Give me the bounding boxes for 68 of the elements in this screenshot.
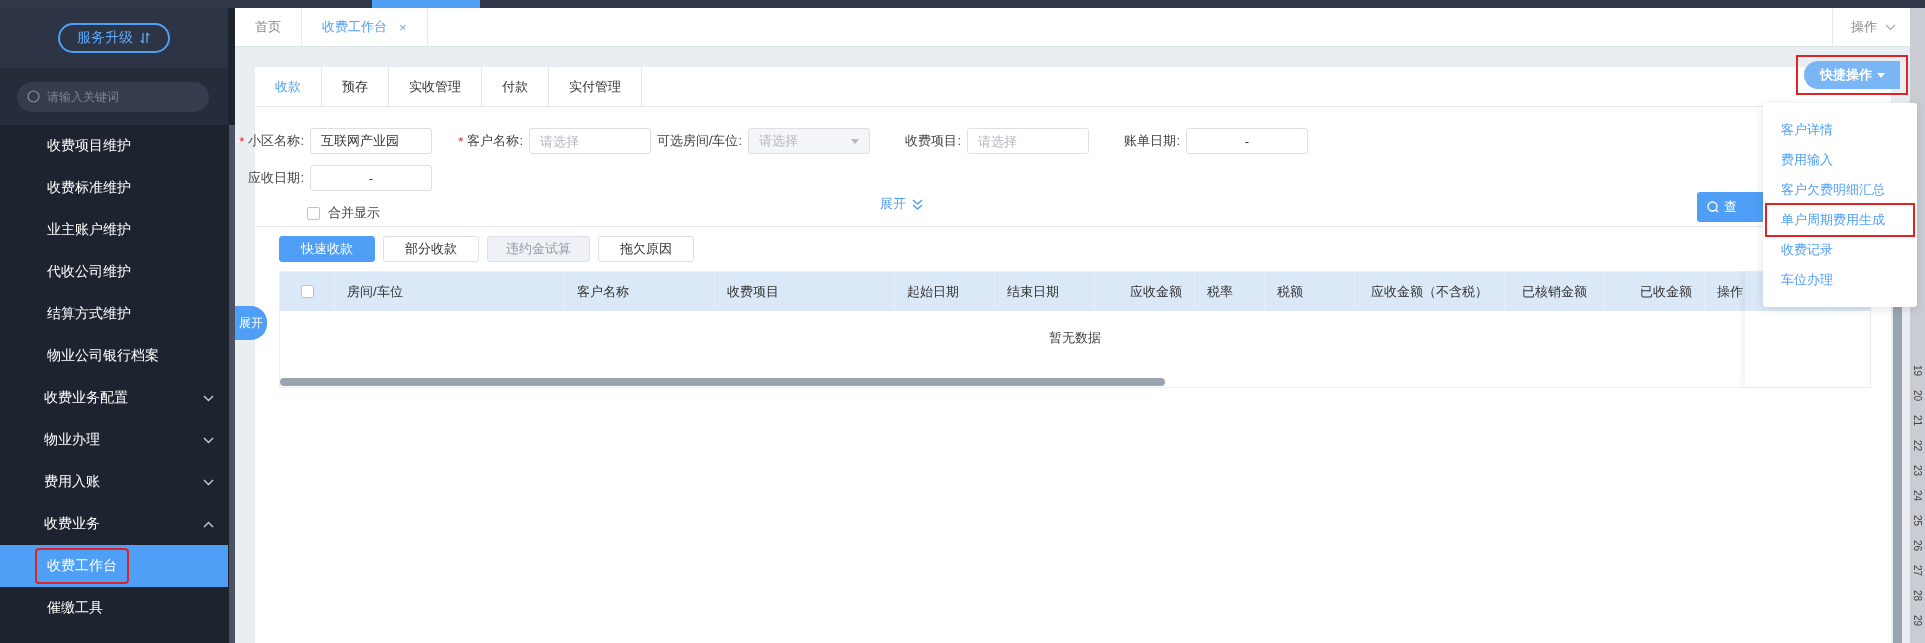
page-tab[interactable]: 首页 — [235, 8, 302, 46]
search-icon — [27, 90, 40, 103]
column-header: 结束日期 — [995, 272, 1095, 311]
ruler-number: 27 — [1911, 563, 1924, 578]
scrollbar[interactable] — [229, 125, 235, 643]
double-chevron-icon — [912, 198, 923, 210]
ruler-number: 28 — [1911, 588, 1924, 603]
field-label: 小区名称: — [248, 132, 304, 150]
ruler-number: 19 — [1911, 363, 1924, 378]
field-label: 客户名称: — [467, 132, 523, 150]
empty-message: 暂无数据 — [1049, 329, 1101, 347]
column-header: 已收金额 — [1605, 272, 1705, 311]
column-header: 应收金额 — [1095, 272, 1195, 311]
required-mark: * — [239, 133, 245, 149]
text-field[interactable]: 请选择 — [967, 128, 1089, 154]
text-field[interactable]: 请选择 — [529, 128, 651, 154]
chevron-down-icon — [203, 394, 214, 402]
sidebar-item[interactable]: 物业办理 — [0, 419, 228, 461]
action-button[interactable]: 部分收款 — [383, 236, 479, 262]
ruler-number: 22 — [1911, 438, 1924, 453]
chevron-up-icon — [203, 520, 214, 528]
scrollbar[interactable] — [280, 378, 1165, 386]
sidebar-item[interactable]: 代收公司维护 — [0, 251, 228, 293]
sidebar-item[interactable]: 费用入账 — [0, 461, 228, 503]
ruler-number: 23 — [1911, 463, 1924, 478]
chevron-down-icon — [203, 436, 214, 444]
column-header: 房间/车位 — [335, 272, 565, 311]
ruler-number: 26 — [1911, 538, 1924, 553]
ruler-number: 29 — [1911, 613, 1924, 628]
sort-arrows-icon — [139, 32, 151, 44]
sidebar-item[interactable]: 收费业务 — [0, 503, 228, 545]
search-field[interactable]: 请输入关键词 — [17, 81, 209, 112]
ruler-number: 21 — [1911, 413, 1924, 428]
column-header: 税额 — [1265, 272, 1355, 311]
caret-icon — [851, 138, 859, 144]
ruler-number: 20 — [1911, 388, 1924, 403]
sidebar-item[interactable]: 收费业务配置 — [0, 377, 228, 419]
action-button[interactable]: 拖欠原因 — [598, 236, 694, 262]
required-mark: * — [458, 133, 464, 149]
search-icon — [1707, 201, 1719, 213]
sidebar-item[interactable]: 物业公司银行档案 — [0, 335, 228, 377]
caret-icon — [1876, 72, 1885, 78]
date-range-field[interactable]: - — [1186, 128, 1308, 154]
select-all-checkbox[interactable] — [300, 285, 314, 298]
date-range-field[interactable]: - — [310, 165, 432, 191]
column-header: 客户名称 — [565, 272, 715, 311]
checkbox[interactable] — [307, 206, 320, 220]
chevron-down-icon — [203, 478, 214, 486]
ruler-number: 25 — [1911, 513, 1924, 528]
sidebar-item[interactable]: 结算方式维护 — [0, 293, 228, 335]
column-header: 收费项目 — [715, 272, 895, 311]
sidebar-item[interactable]: 收费标准维护 — [0, 167, 228, 209]
ruler-number: 24 — [1911, 488, 1924, 503]
field-label: 应收日期: — [248, 169, 304, 187]
sidebar-item[interactable]: 催缴工具 — [0, 587, 228, 629]
field-label: 账单日期: — [1124, 132, 1180, 150]
upgrade-button[interactable]: 服务升级 — [58, 23, 170, 53]
chevron-down-icon — [1885, 23, 1896, 31]
column-header: 应收金额（不含税） — [1355, 272, 1505, 311]
sidebar-item[interactable]: 收费项目维护 — [0, 125, 228, 167]
text-field[interactable]: 互联网产业园 — [310, 128, 432, 154]
field-label: 可选房间/车位: — [656, 132, 742, 150]
column-header: 税率 — [1195, 272, 1265, 311]
checkbox-label: 合并显示 — [328, 204, 380, 222]
field-label: 收费项目: — [905, 132, 961, 150]
sidebar-item[interactable]: 业主账户维护 — [0, 209, 228, 251]
column-header: 起始日期 — [895, 272, 995, 311]
column-header: 已核销金额 — [1505, 272, 1605, 311]
